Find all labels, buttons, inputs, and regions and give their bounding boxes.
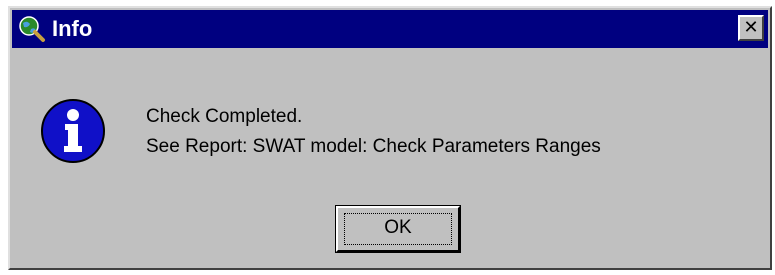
close-button[interactable]: ✕ [738, 15, 764, 41]
info-icon [40, 98, 106, 164]
ok-button-label: OK [384, 217, 412, 238]
message-text: Check Completed. See Report: SWAT model:… [146, 102, 601, 162]
ok-button[interactable]: OK [335, 205, 461, 253]
info-dialog: Info ✕ Check Completed. See Report: SWAT… [8, 6, 772, 270]
window-title: Info [52, 16, 93, 41]
message-line-1: Check Completed. [146, 106, 303, 127]
title-bar[interactable]: Info ✕ [12, 10, 768, 48]
message-line-2: See Report: SWAT model: Check Parameters… [146, 136, 601, 157]
globe-magnifier-icon [18, 15, 46, 43]
